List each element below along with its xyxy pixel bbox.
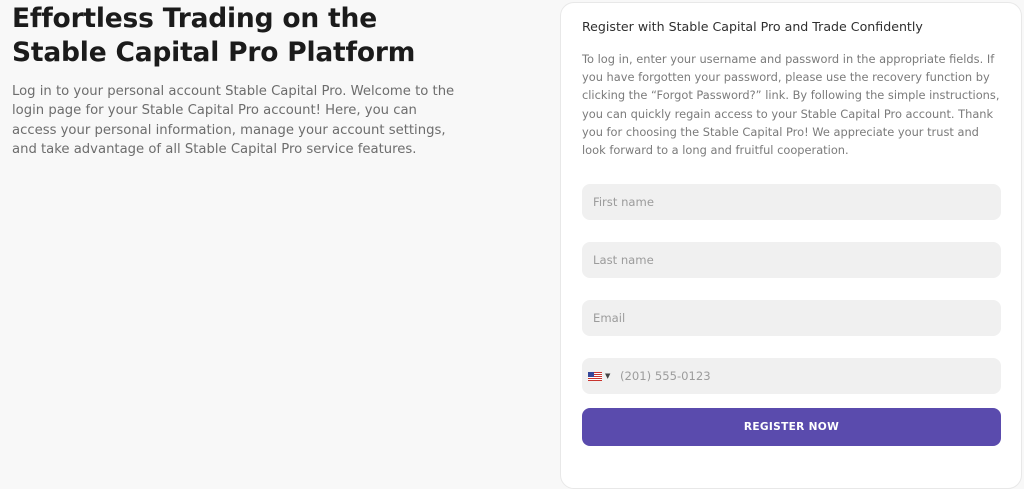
- form-description: To log in, enter your username and passw…: [582, 52, 1000, 158]
- register-form-card: Register with Stable Capital Pro and Tra…: [560, 2, 1022, 489]
- email-input[interactable]: [582, 300, 1001, 336]
- page: Effortless Trading on the Stable Capital…: [0, 0, 1024, 489]
- form-title: Register with Stable Capital Pro and Tra…: [582, 19, 923, 34]
- hero-section: Effortless Trading on the Stable Capital…: [12, 0, 462, 159]
- phone-field: ▼: [582, 358, 1001, 394]
- register-now-button[interactable]: REGISTER NOW: [582, 408, 1001, 446]
- phone-input[interactable]: [620, 358, 990, 394]
- us-flag-icon: [588, 371, 602, 381]
- last-name-input[interactable]: [582, 242, 1001, 278]
- first-name-input[interactable]: [582, 184, 1001, 220]
- chevron-down-icon: ▼: [605, 371, 611, 380]
- country-code-selector[interactable]: ▼: [588, 367, 616, 385]
- page-headline: Effortless Trading on the Stable Capital…: [12, 3, 416, 68]
- intro-text: Log in to your personal account Stable C…: [12, 84, 455, 157]
